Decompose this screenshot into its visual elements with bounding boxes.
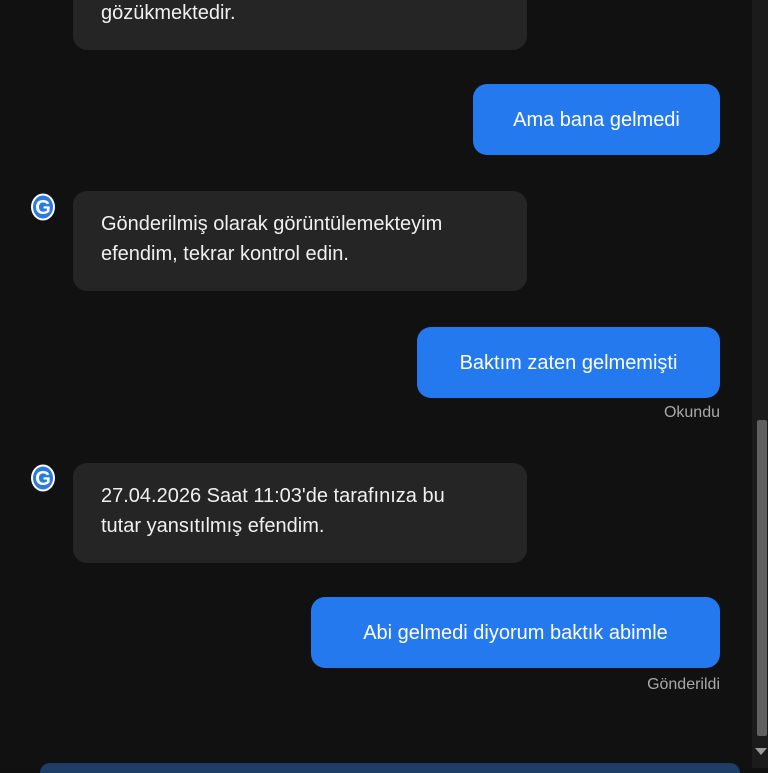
message-status: Okundu	[663, 404, 720, 421]
user-message-text: Baktım zaten gelmemişti	[459, 351, 678, 374]
bot-avatar-g-icon: G	[31, 193, 55, 221]
user-message: Ama bana gelmedi	[473, 84, 720, 155]
message-input-edge[interactable]	[40, 763, 740, 773]
bot-avatar-letter: G	[35, 468, 51, 490]
bot-message-line: tutar yansıtılmış efendim.	[101, 515, 325, 537]
bot-message-line: 27.04.2026 Saat 11:03'de tarafınıza bu	[101, 485, 445, 507]
scrollbar-thumb[interactable]	[757, 420, 767, 736]
message-status: Gönderildi	[647, 676, 720, 693]
bot-message: gözükmektedir.	[73, 0, 527, 50]
user-message-text: Abi gelmedi diyorum baktık abimle	[363, 621, 668, 644]
bot-message-text: gözükmektedir.	[101, 2, 236, 24]
bot-avatar-g-icon: G	[31, 464, 55, 492]
user-message: Baktım zaten gelmemişti	[417, 327, 720, 398]
user-message-text: Ama bana gelmedi	[513, 108, 680, 131]
bot-message: 27.04.2026 Saat 11:03'de tarafınıza bu t…	[73, 463, 527, 563]
bot-avatar-letter: G	[35, 197, 51, 219]
bot-message-line: Gönderilmiş olarak görüntülemekteyim	[101, 213, 443, 235]
bot-message-line: efendim, tekrar kontrol edin.	[101, 243, 349, 265]
user-message: Abi gelmedi diyorum baktık abimle	[311, 597, 720, 668]
scroll-down-arrow-icon[interactable]	[755, 748, 767, 755]
bot-message: Gönderilmiş olarak görüntülemekteyim efe…	[73, 191, 527, 291]
chat-thread: gözükmektedir. Ama bana gelmedi G Gönder…	[0, 0, 752, 773]
